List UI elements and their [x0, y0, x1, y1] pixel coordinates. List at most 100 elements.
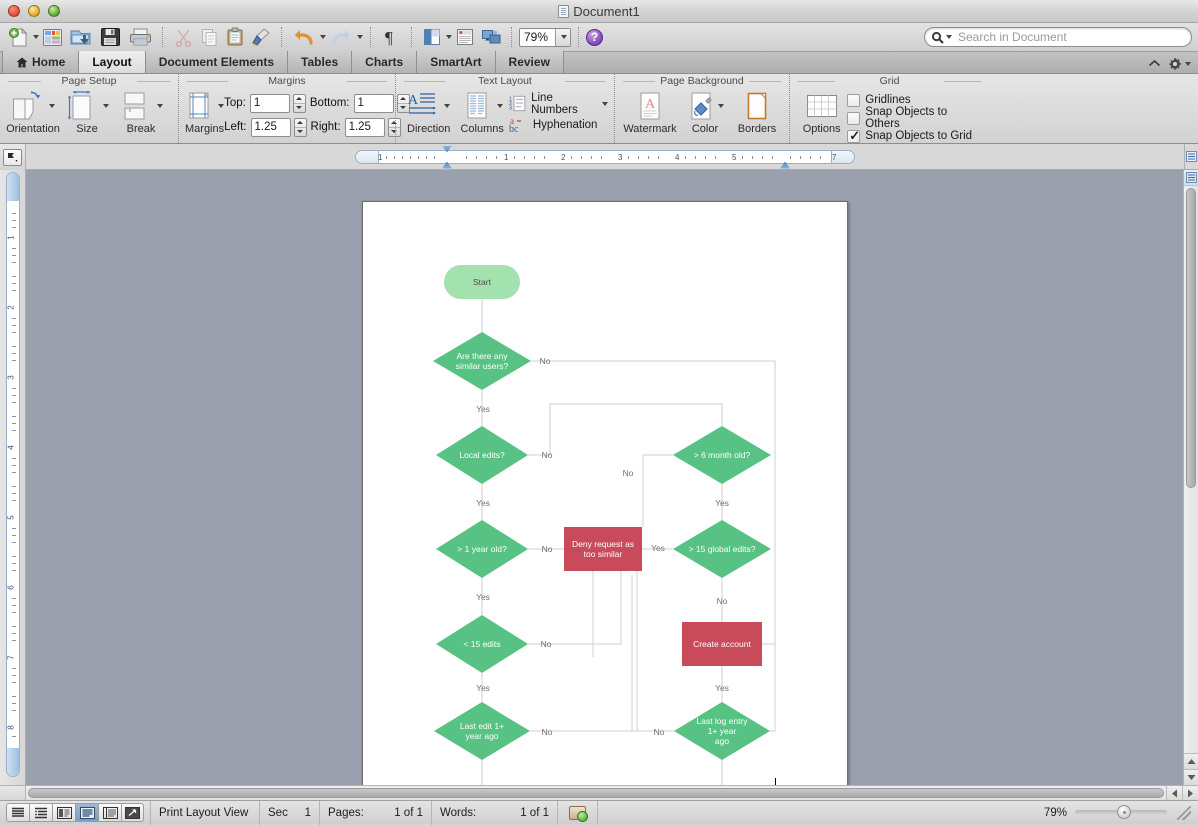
columns-button[interactable]: Columns [455, 89, 508, 135]
vertical-scrollbar[interactable] [1183, 170, 1198, 785]
notebook-layout-view-button[interactable] [98, 803, 121, 822]
margin-left-stepper[interactable] [294, 118, 307, 137]
line-numbers-button[interactable]: 1 2 3 Line Numbers [509, 93, 608, 114]
direction-button[interactable]: A Direction [402, 89, 455, 135]
undo-button[interactable] [289, 25, 319, 50]
print-layout-view-button[interactable] [75, 803, 98, 822]
draft-view-button[interactable] [6, 803, 29, 822]
tab-tables[interactable]: Tables [288, 51, 352, 73]
scroll-left-button[interactable] [1166, 786, 1182, 800]
snap-grid-checkbox-box[interactable] [847, 130, 860, 143]
margins-icon [185, 90, 215, 122]
size-button[interactable]: Size [60, 89, 114, 135]
copy-icon [200, 28, 219, 47]
columns-menu-caret[interactable] [497, 104, 503, 108]
show-formatting-button[interactable]: ¶ [378, 25, 404, 50]
gridlines-checkbox-box[interactable] [847, 94, 860, 107]
direction-menu-caret[interactable] [444, 104, 450, 108]
search-input[interactable] [956, 29, 1185, 45]
margin-bottom-input[interactable]: 1 [354, 94, 394, 113]
vertical-ruler[interactable]: 1 2 3 4 5 6 7 [0, 170, 26, 785]
hyphenation-button[interactable]: a bc Hyphenation [509, 114, 608, 135]
snap-objects-to-others-checkbox[interactable]: Snap Objects to Others [847, 110, 983, 126]
tab-document-elements[interactable]: Document Elements [146, 51, 288, 73]
page-color-menu-caret[interactable] [718, 104, 724, 108]
template-gallery-button[interactable] [39, 25, 65, 50]
spell-check-icon[interactable] [569, 806, 586, 820]
tab-review[interactable]: Review [496, 51, 564, 73]
ribbon-settings-button[interactable] [1168, 57, 1191, 71]
ribbon-collapse-button[interactable] [1148, 57, 1161, 71]
borders-button[interactable]: Borders [731, 89, 783, 135]
horizontal-ruler[interactable]: 1 1 2 3 4 5 7 [355, 150, 855, 164]
flowchart-graphic[interactable]: StartAre there anysimilar users?Local ed… [363, 202, 848, 785]
new-document-button[interactable] [6, 25, 32, 50]
cut-button[interactable] [170, 25, 196, 50]
snap-objects-to-grid-checkbox[interactable]: Snap Objects to Grid [847, 128, 983, 144]
margin-top-stepper[interactable] [293, 94, 306, 113]
margin-right-input[interactable]: 1.25 [345, 118, 385, 137]
horizontal-scrollbar[interactable] [0, 785, 1198, 800]
scroll-up-button[interactable] [1184, 753, 1198, 769]
save-button[interactable] [95, 25, 125, 50]
help-button[interactable]: ? [586, 29, 603, 46]
paste-button[interactable] [222, 25, 248, 50]
tab-home[interactable]: Home [2, 51, 79, 73]
vertical-scroll-thumb[interactable] [1186, 188, 1196, 488]
vruler-label-7: 7 [6, 655, 15, 659]
vruler-label-5: 5 [6, 515, 15, 519]
margin-top-input[interactable]: 1 [250, 94, 290, 113]
break-button[interactable]: Break [114, 89, 168, 135]
open-button[interactable] [65, 25, 95, 50]
window-resize-handle[interactable] [1177, 806, 1191, 820]
vertical-ruler-track[interactable]: 1 2 3 4 5 6 7 [6, 172, 20, 777]
orientation-button[interactable]: Orientation [6, 89, 60, 135]
sidebar-button[interactable] [419, 25, 445, 50]
focus-view-button[interactable] [121, 803, 144, 822]
document-page[interactable]: StartAre there anysimilar users?Local ed… [362, 201, 848, 785]
watermark-button[interactable]: A Watermark [621, 89, 679, 135]
right-indent-marker[interactable] [780, 162, 790, 169]
paintbrush-icon [251, 27, 271, 47]
zoom-slider-knob[interactable] [1117, 805, 1131, 819]
zoom-slider[interactable] [1075, 810, 1167, 815]
outline-view-button[interactable] [29, 803, 52, 822]
break-menu-caret[interactable] [157, 104, 163, 108]
vertical-scroll-track[interactable] [1184, 186, 1198, 753]
tab-charts[interactable]: Charts [352, 51, 417, 73]
tab-smartart[interactable]: SmartArt [417, 51, 495, 73]
tab-stop-selector[interactable] [0, 144, 26, 170]
tab-layout[interactable]: Layout [79, 51, 145, 73]
print-button[interactable] [125, 25, 155, 50]
size-menu-caret[interactable] [103, 104, 109, 108]
scroll-down-button[interactable] [1184, 769, 1198, 785]
margin-bottom-label: Bottom: [310, 97, 350, 109]
redo-button[interactable] [326, 25, 356, 50]
format-painter-button[interactable] [248, 25, 274, 50]
document-canvas[interactable]: StartAre there anysimilar users?Local ed… [26, 170, 1183, 785]
publishing-layout-view-button[interactable] [52, 803, 75, 822]
horizontal-scroll-thumb[interactable] [28, 788, 1164, 798]
media-browser-button[interactable] [452, 25, 478, 50]
scroll-right-button[interactable] [1182, 786, 1198, 800]
line-numbers-menu-caret[interactable] [602, 102, 608, 106]
hanging-indent-marker[interactable] [442, 162, 452, 169]
sidebar-pane-icon [422, 28, 442, 46]
redo-menu-caret[interactable] [357, 35, 363, 39]
copy-button[interactable] [196, 25, 222, 50]
zoom-combobox[interactable]: 79% [519, 28, 571, 47]
margin-left-input[interactable]: 1.25 [251, 118, 291, 137]
tab-stop-icon[interactable] [3, 149, 22, 166]
toolbox-button[interactable] [478, 25, 504, 50]
page-color-button[interactable]: Color [679, 89, 731, 135]
zoom-dropdown-arrow[interactable] [555, 29, 570, 46]
horizontal-scroll-track[interactable] [26, 786, 1166, 800]
search-box[interactable] [924, 27, 1192, 47]
orientation-menu-caret[interactable] [49, 104, 55, 108]
search-magnifier-icon[interactable] [931, 31, 952, 44]
snap-others-checkbox-box[interactable] [847, 112, 860, 125]
margins-button[interactable]: Margins [185, 89, 224, 135]
grid-options-button[interactable]: Options [796, 89, 847, 135]
spell-check-cell[interactable] [558, 801, 598, 825]
scrollbar-split-button[interactable] [1184, 170, 1198, 186]
